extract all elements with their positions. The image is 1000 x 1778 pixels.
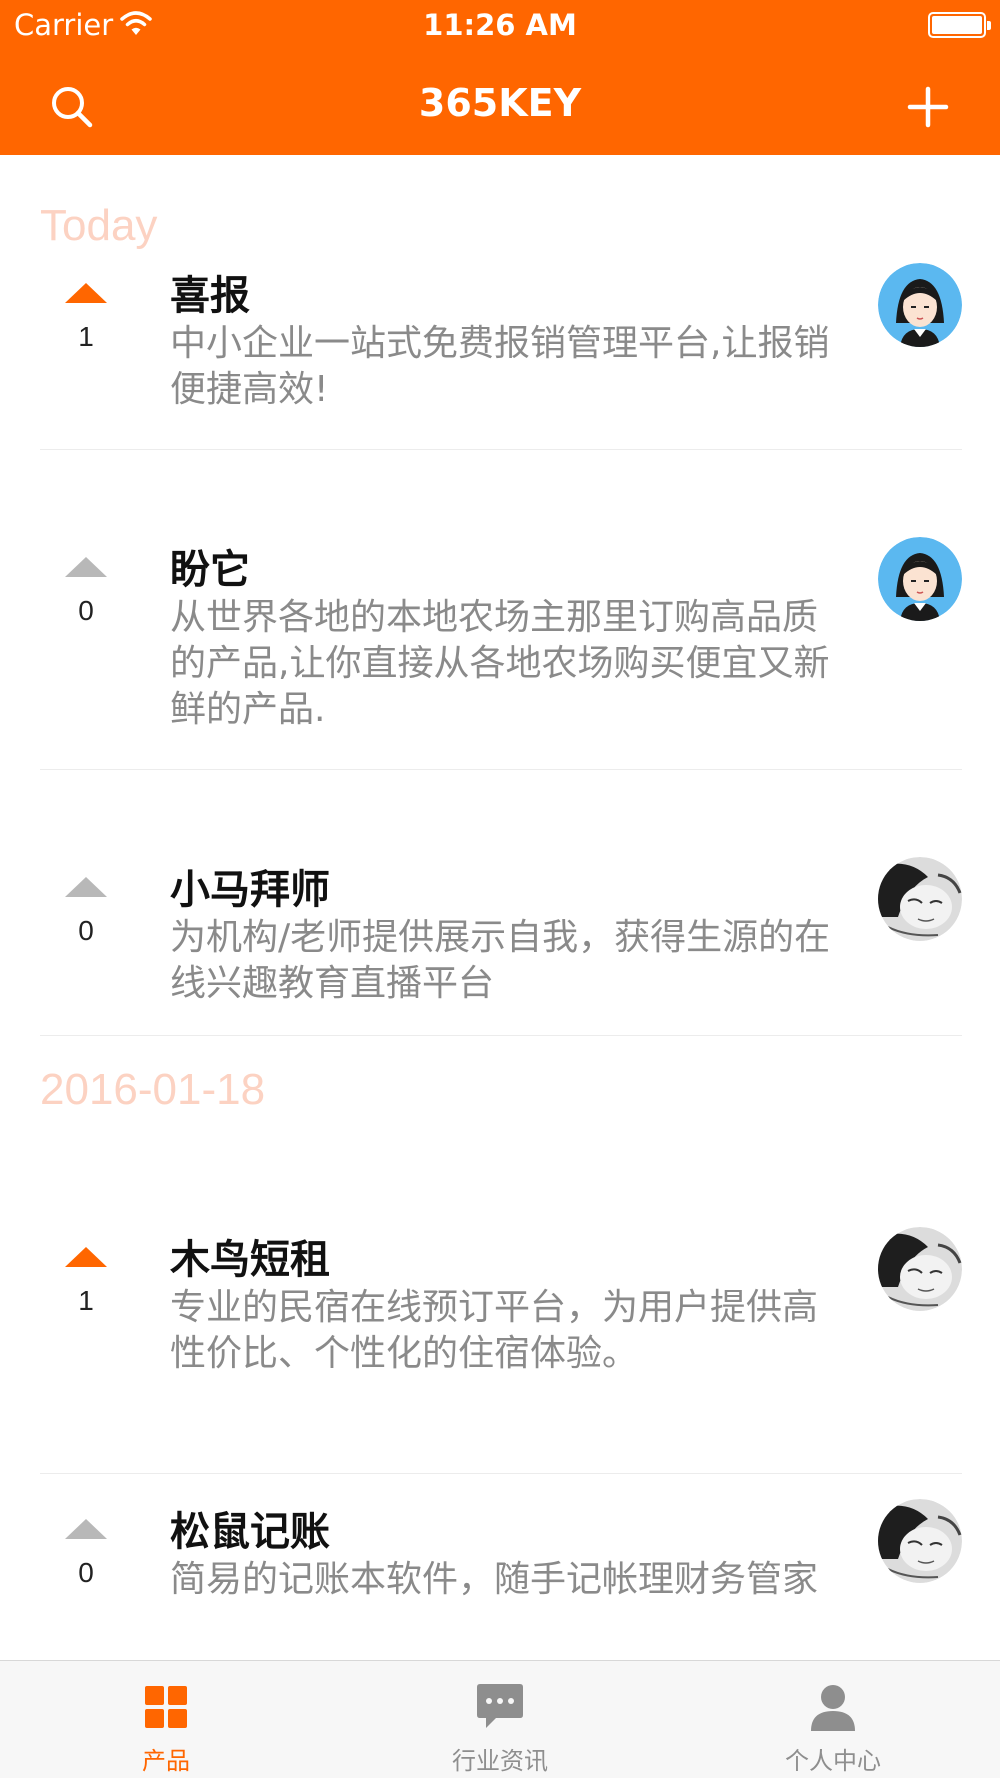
product-title: 松鼠记账 <box>170 1509 330 1555</box>
page-title: 365KEY <box>418 81 582 125</box>
vote-count: 0 <box>78 915 94 946</box>
product-title: 盼它 <box>170 547 250 593</box>
grid-icon <box>145 1686 187 1728</box>
product-title: 小马拜师 <box>170 867 330 913</box>
cartoon-girl-avatar[interactable] <box>878 537 962 621</box>
product-description: 专业的民宿在线预订平台，为用户提供高性价比、个性化的住宿体验。 <box>170 1287 819 1374</box>
vote-count: 0 <box>78 595 94 626</box>
sketch-face-avatar[interactable] <box>878 857 962 941</box>
battery-icon <box>928 12 991 38</box>
upvote-button[interactable]: 0 <box>56 557 116 627</box>
upvote-button[interactable]: 0 <box>56 877 116 947</box>
person-icon <box>811 1685 855 1731</box>
upvote-arrow-icon <box>65 283 107 303</box>
upvote-button[interactable]: 1 <box>56 1247 116 1317</box>
product-title: 喜报 <box>170 273 250 319</box>
upvote-arrow-icon <box>65 1519 107 1539</box>
plus-icon[interactable] <box>900 79 956 135</box>
row-divider <box>40 449 962 450</box>
product-list[interactable]: Today 1 喜报 中小企业一站式免费报销管理平台,让报销便捷高效! 0 盼它… <box>0 155 1000 1660</box>
upvote-button[interactable]: 0 <box>56 1519 116 1589</box>
tab-label: 行业资讯 <box>452 1747 548 1775</box>
product-description: 中小企业一站式免费报销管理平台,让报销便捷高效! <box>170 323 830 410</box>
tab-bar: 产品 行业资讯 个人中心 <box>0 1660 1000 1778</box>
chat-bubble-icon <box>477 1684 523 1728</box>
sketch-face-avatar[interactable] <box>878 1227 962 1311</box>
clock: 11:26 AM <box>423 8 577 42</box>
upvote-arrow-icon <box>65 1247 107 1267</box>
product-title: 木鸟短租 <box>170 1237 330 1283</box>
product-description: 简易的记账本软件，随手记帐理财务管家 <box>170 1559 819 1600</box>
upvote-button[interactable]: 1 <box>56 283 116 353</box>
app-header: Carrier 11:26 AM 365KEY <box>0 0 1000 155</box>
vote-count: 1 <box>78 1285 94 1316</box>
upvote-arrow-icon <box>65 557 107 577</box>
status-bar: Carrier 11:26 AM <box>0 0 1000 50</box>
cartoon-girl-avatar[interactable] <box>878 263 962 347</box>
navbar: 365KEY <box>0 55 1000 155</box>
tab-personal-center[interactable]: 个人中心 <box>733 1661 933 1778</box>
row-divider <box>40 769 962 770</box>
tab-label: 产品 <box>142 1747 190 1775</box>
vote-count: 0 <box>78 1557 94 1588</box>
product-description: 为机构/老师提供展示自我，获得生源的在线兴趣教育直播平台 <box>170 917 831 1004</box>
section-header-date: 2016-01-18 <box>40 1065 266 1114</box>
section-header-today: Today <box>40 201 158 250</box>
upvote-arrow-icon <box>65 877 107 897</box>
tab-industry-news[interactable]: 行业资讯 <box>400 1661 600 1778</box>
row-divider <box>40 1035 962 1036</box>
row-divider <box>40 1473 962 1474</box>
product-description: 从世界各地的本地农场主那里订购高品质的产品,让你直接从各地农场购买便宜又新鲜的产… <box>170 597 830 730</box>
tab-label: 个人中心 <box>785 1747 881 1775</box>
tab-products[interactable]: 产品 <box>66 1661 266 1778</box>
sketch-face-avatar[interactable] <box>878 1499 962 1583</box>
vote-count: 1 <box>78 321 94 352</box>
